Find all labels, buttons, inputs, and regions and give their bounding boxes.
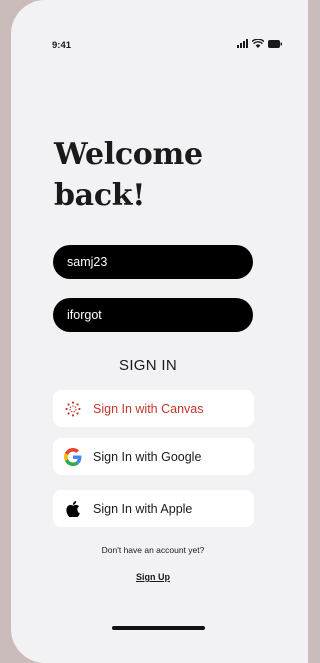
username-input[interactable] [53,245,253,279]
page-title: Welcome back! [54,134,274,216]
status-icons [237,39,282,48]
welcome-line-1: Welcome [54,137,203,172]
password-input[interactable] [53,298,253,332]
welcome-line-2: back! [54,178,146,213]
apple-logo-icon [63,499,83,519]
canvas-logo-icon [63,399,83,419]
sign-up-link[interactable]: Sign Up [53,572,253,582]
cellular-signal-icon [237,39,248,48]
phone-screen: 9:41 Welcome back! SIGN IN [11,0,308,663]
status-time: 9:41 [52,40,72,51]
no-account-text: Don't have an account yet? [101,545,205,555]
battery-icon [268,39,282,48]
sign-in-google-label: Sign In with Google [93,449,202,464]
google-logo-icon [63,447,83,467]
home-indicator [112,626,205,630]
wifi-icon [252,39,264,48]
sign-in-google-button[interactable]: Sign In with Google [53,438,254,475]
sign-in-button[interactable]: SIGN IN [53,352,243,378]
sign-in-canvas-label: Sign In with Canvas [93,401,204,416]
sign-in-apple-button[interactable]: Sign In with Apple [53,490,254,527]
sign-in-canvas-button[interactable]: Sign In with Canvas [53,390,254,427]
sign-in-apple-label: Sign In with Apple [93,501,193,516]
